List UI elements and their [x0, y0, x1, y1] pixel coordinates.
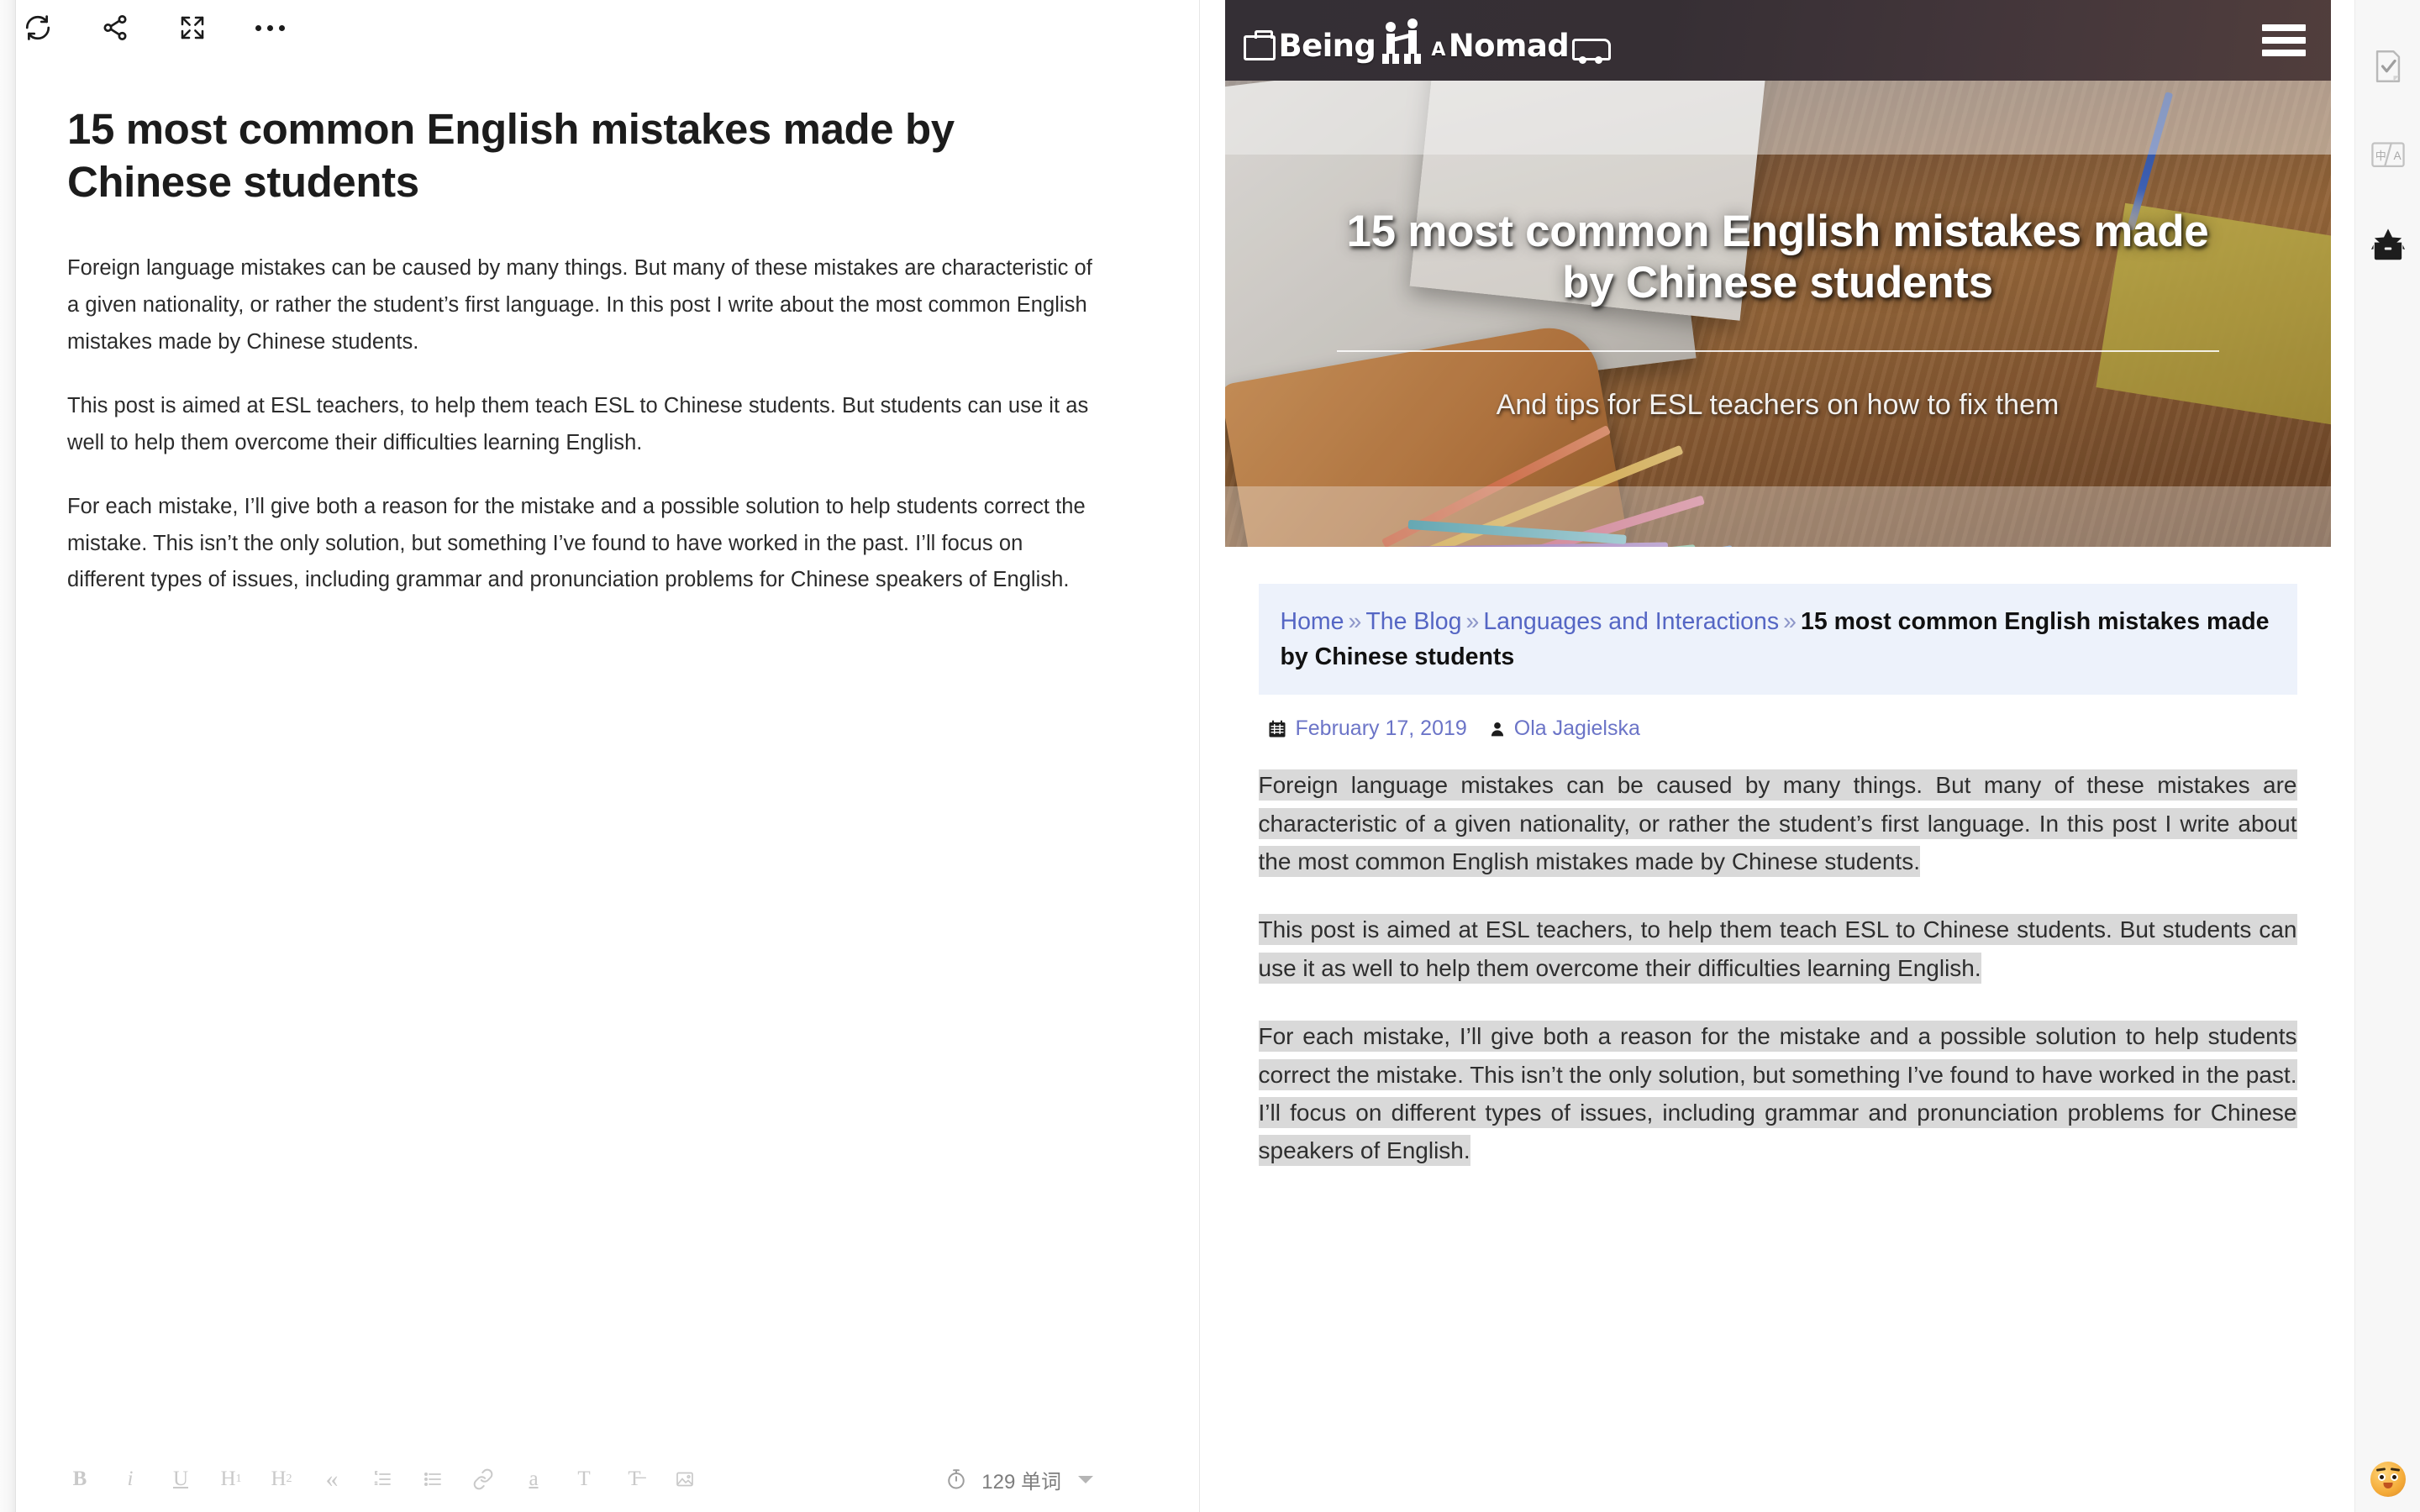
- web-preview-pane[interactable]: Being A Nomad 15 most common English mis…: [1201, 0, 2354, 1512]
- menu-hamburger-icon[interactable]: [2261, 24, 2306, 56]
- hero-divider: [1336, 350, 2219, 353]
- editor-toolbar: [0, 0, 1199, 55]
- emoji-icon[interactable]: [2370, 1462, 2406, 1497]
- calendar-icon: [1269, 720, 1285, 738]
- document-paragraph[interactable]: This post is aimed at ESL teachers, to h…: [67, 388, 1098, 462]
- blockquote-icon[interactable]: «: [318, 1460, 346, 1499]
- preview-paragraph[interactable]: For each mistake, I’ll give both a reaso…: [1258, 1017, 2297, 1169]
- breadcrumb-link-languages-and-interactions[interactable]: Languages and Interactions: [1483, 608, 1779, 635]
- logo-text-being: Being: [1278, 28, 1376, 64]
- archive-box-icon[interactable]: [2365, 222, 2411, 267]
- document-paragraph[interactable]: Foreign language mistakes can be caused …: [67, 250, 1098, 361]
- selected-text: Foreign language mistakes can be caused …: [1258, 769, 2297, 878]
- proofread-check-icon[interactable]: [2365, 44, 2411, 89]
- svg-text:A: A: [2393, 150, 2402, 162]
- logo-text-a: A: [1431, 39, 1445, 60]
- word-count-label: 129 单词: [981, 1470, 1061, 1494]
- text-style-icon[interactable]: T: [570, 1460, 598, 1499]
- heading-1-button[interactable]: H1: [217, 1460, 245, 1499]
- more-options-icon[interactable]: [250, 8, 289, 47]
- breadcrumb-link-home[interactable]: Home: [1281, 608, 1344, 635]
- document-title[interactable]: 15 most common English mistakes made by …: [67, 102, 1098, 208]
- hero-subtitle: And tips for ESL teachers on how to fix …: [1496, 389, 2060, 422]
- breadcrumb-separator: »: [1348, 608, 1362, 635]
- breadcrumb-separator: »: [1465, 608, 1480, 635]
- timer-icon: [948, 1469, 965, 1489]
- camper-van-icon: [1572, 39, 1612, 64]
- post-author-label: Ola Jagielska: [1513, 717, 1640, 741]
- suitcase-icon: [1243, 30, 1276, 60]
- hero-title: 15 most common English mistakes made by …: [1346, 206, 2209, 307]
- post-date-label: February 17, 2019: [1295, 717, 1467, 741]
- breadcrumb-separator: »: [1783, 608, 1797, 635]
- collapsed-left-rail[interactable]: [0, 0, 16, 1512]
- selected-text: This post is aimed at ESL teachers, to h…: [1258, 914, 2297, 984]
- word-count-control[interactable]: 129 单词: [944, 1465, 1152, 1494]
- bold-button[interactable]: B: [66, 1460, 94, 1499]
- chevron-down-icon[interactable]: [1078, 1475, 1093, 1483]
- app-window: 15 most common English mistakes made by …: [0, 0, 2420, 1512]
- svg-text:中: 中: [2375, 150, 2386, 163]
- clear-format-icon[interactable]: T̶: [620, 1460, 649, 1499]
- ordered-list-icon[interactable]: [368, 1460, 397, 1499]
- insert-image-icon[interactable]: [671, 1460, 699, 1499]
- breadcrumb-link-the-blog[interactable]: The Blog: [1365, 608, 1461, 635]
- fullscreen-icon[interactable]: [173, 8, 212, 47]
- unordered-list-icon[interactable]: [418, 1460, 447, 1499]
- sync-icon[interactable]: [18, 8, 57, 47]
- highlight-icon[interactable]: a: [519, 1460, 548, 1499]
- document-paragraph[interactable]: For each mistake, I’ll give both a reaso…: [67, 489, 1098, 600]
- underline-button[interactable]: U: [166, 1460, 195, 1499]
- hero-banner: 15 most common English mistakes made by …: [1224, 81, 2331, 547]
- editor-content[interactable]: 15 most common English mistakes made by …: [0, 55, 1199, 1446]
- link-icon[interactable]: [469, 1460, 497, 1499]
- preview-paragraph[interactable]: Foreign language mistakes can be caused …: [1258, 766, 2297, 880]
- right-tool-rail: 中 A: [2354, 0, 2420, 1512]
- hero-text-block: 15 most common English mistakes made by …: [1225, 81, 2331, 547]
- translate-icon[interactable]: 中 A: [2365, 133, 2411, 178]
- post-date[interactable]: February 17, 2019: [1267, 717, 1467, 741]
- travellers-icon: [1379, 15, 1428, 64]
- logo-text-nomad: Nomad: [1448, 28, 1570, 64]
- site-container: Being A Nomad 15 most common English mis…: [1224, 0, 2331, 1170]
- preview-paragraph[interactable]: This post is aimed at ESL teachers, to h…: [1258, 911, 2297, 987]
- italic-button[interactable]: i: [116, 1460, 145, 1499]
- share-icon[interactable]: [96, 8, 134, 47]
- user-icon: [1491, 722, 1503, 737]
- site-body: Home» The Blog» Languages and Interactions…: [1225, 547, 2331, 1170]
- editor-pane: 15 most common English mistakes made by …: [0, 0, 1200, 1512]
- editor-format-toolbar: B i U H1 H2 « a T T̶ 129 单词: [0, 1446, 1199, 1512]
- post-author[interactable]: Ola Jagielska: [1489, 717, 1640, 741]
- breadcrumb: Home» The Blog» Languages and Interactions…: [1258, 584, 2297, 696]
- site-logo[interactable]: Being A Nomad: [1243, 15, 1612, 64]
- post-meta: February 17, 2019 Ola Jagielska: [1267, 717, 2297, 741]
- site-header: Being A Nomad: [1224, 0, 2331, 81]
- selected-text: For each mistake, I’ll give both a reaso…: [1258, 1021, 2297, 1167]
- heading-2-button[interactable]: H2: [267, 1460, 296, 1499]
